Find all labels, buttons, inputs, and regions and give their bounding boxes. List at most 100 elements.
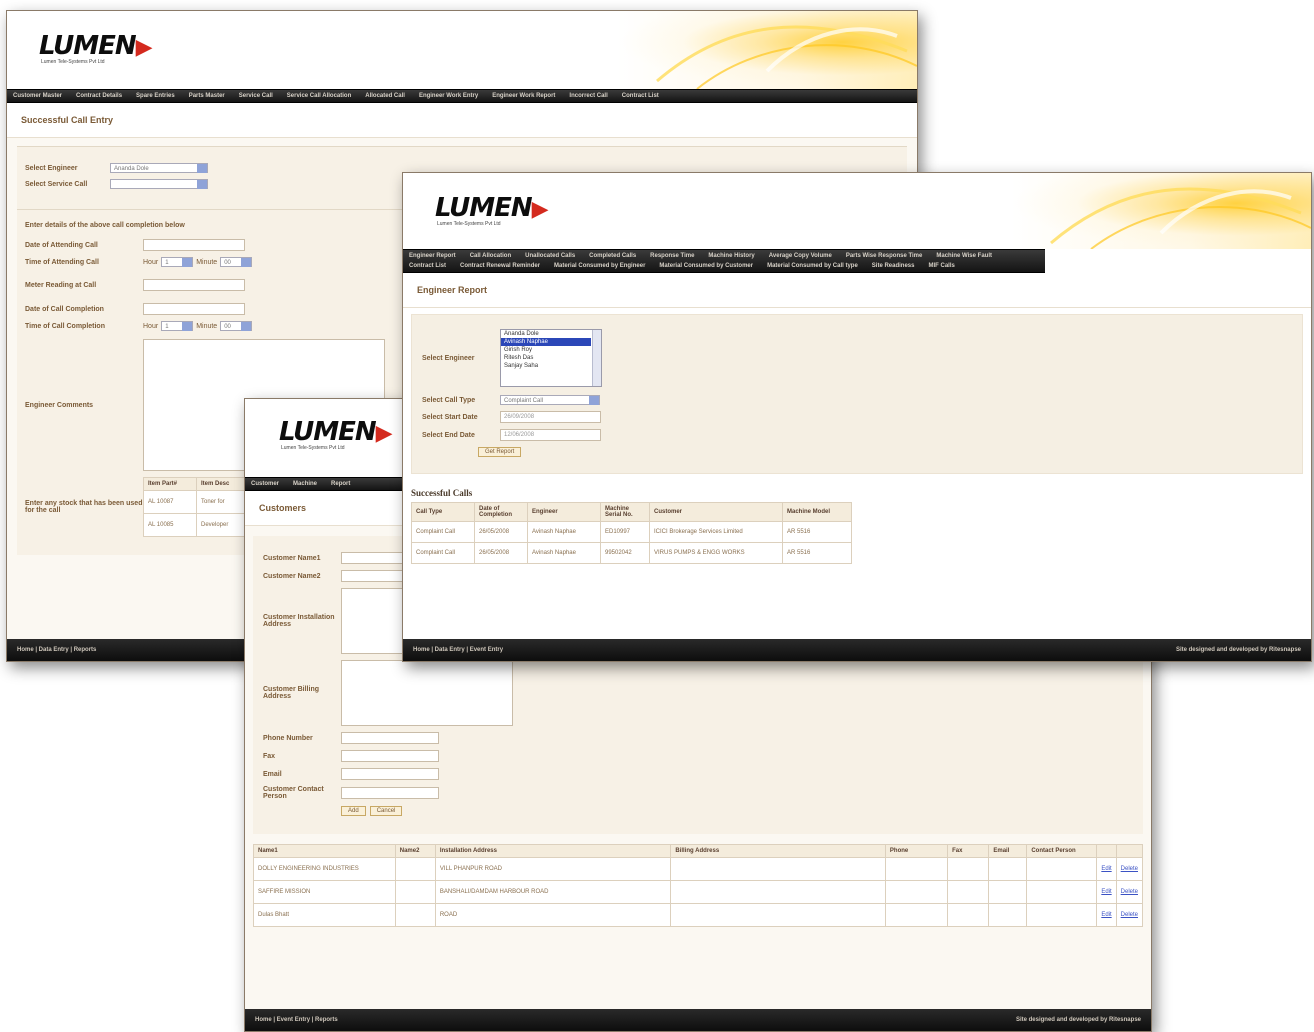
nav-item[interactable]: Customer Master — [13, 93, 62, 99]
nav-item[interactable]: Parts Wise Response Time — [846, 253, 923, 259]
nav-item[interactable]: Spare Entries — [136, 93, 175, 99]
date-attending-label: Date of Attending Call — [25, 241, 98, 249]
nav-item[interactable]: Unallocated Calls — [525, 253, 575, 259]
minute-completion-dropdown[interactable]: 00 — [220, 321, 253, 331]
footer-credit: Site designed and developed by Ritesnaps… — [1015, 1017, 1141, 1023]
footer-links[interactable]: Home | Data Entry | Event Entry — [413, 647, 503, 653]
installation-address-label: Customer Installation Address — [263, 614, 335, 628]
listbox-option[interactable]: Ritesh Das — [501, 354, 591, 362]
contact-person-input[interactable] — [341, 787, 439, 799]
lumen-logo[interactable]: LUMEN▶ Lumen Tele-Systems Pvt Ltd — [279, 419, 393, 451]
main-nav: Customer Master Contract Details Spare Ent… — [7, 89, 917, 103]
fax-label: Fax — [263, 752, 276, 760]
end-date-input[interactable]: 12/06/2008 — [500, 429, 601, 441]
footer-credit: Site designed and developed by Ritesnaps… — [1175, 647, 1301, 653]
footer: Home | Event Entry | Reports Site design… — [245, 1009, 1151, 1031]
nav-item[interactable]: Parts Master — [189, 93, 225, 99]
cancel-button[interactable]: Cancel — [369, 806, 403, 816]
delete-link[interactable]: Delete — [1115, 880, 1144, 904]
engineer-comments-label: Engineer Comments — [25, 401, 94, 409]
nav-item[interactable]: Material Consumed by Customer — [659, 263, 753, 269]
get-report-button[interactable]: Get Report — [478, 447, 522, 457]
nav-item[interactable]: Customer — [251, 481, 279, 487]
select-engineer-dropdown[interactable]: Ananda Dole — [110, 163, 208, 173]
email-label: Email — [263, 770, 282, 778]
nav-item[interactable]: Report — [331, 481, 350, 487]
nav-item[interactable]: Site Readiness — [872, 263, 915, 269]
nav-item[interactable]: Call Allocation — [470, 253, 511, 259]
listbox-option[interactable]: Sanjay Saha — [501, 362, 591, 370]
chevron-down-icon — [589, 396, 599, 405]
nav-item[interactable]: Material Consumed by Engineer — [554, 263, 645, 269]
email-input[interactable] — [341, 768, 439, 780]
header-banner: LUMEN▶ Lumen Tele-Systems Pvt Ltd — [7, 11, 917, 89]
phone-input[interactable] — [341, 732, 439, 744]
nav-item[interactable]: Engineer Work Entry — [419, 93, 478, 99]
listbox-option[interactable]: Avinash Naphae — [501, 338, 591, 346]
delete-link[interactable]: Delete — [1115, 857, 1144, 881]
nav-item[interactable]: Engineer Work Report — [492, 93, 555, 99]
header-banner: LUMEN▶ Lumen Tele-Systems Pvt Ltd — [403, 173, 1311, 249]
hour-completion-dropdown[interactable]: 1 — [161, 321, 194, 331]
nav-item[interactable]: Machine — [293, 481, 317, 487]
lumen-logo[interactable]: LUMEN▶ Lumen Tele-Systems Pvt Ltd — [435, 195, 549, 227]
table-row: Complaint Call 26/05/2008 Avinash Naphae ED… — [411, 521, 852, 543]
select-service-call-label: Select Service Call — [25, 180, 88, 188]
decorative-swirl-banner — [1011, 173, 1311, 249]
select-service-call-dropdown[interactable] — [110, 179, 208, 189]
minute-label: Minute — [196, 258, 218, 266]
nav-item[interactable]: Service Call Allocation — [287, 93, 351, 99]
customer-name2-label: Customer Name2 — [263, 572, 321, 580]
successful-calls-caption: Successful Calls — [411, 488, 473, 498]
nav-item[interactable]: MIF Calls — [928, 263, 954, 269]
minute-attending-dropdown[interactable]: 00 — [220, 257, 253, 267]
listbox-option[interactable]: Girish Roy — [501, 346, 591, 354]
nav-item[interactable]: Machine History — [708, 253, 754, 259]
phone-label: Phone Number — [263, 734, 313, 742]
nav-item[interactable]: Average Copy Volume — [769, 253, 832, 259]
engineer-listbox[interactable]: Ananda Dole Avinash Naphae Girish Roy Rites… — [500, 329, 602, 387]
nav-item[interactable]: Contract List — [409, 263, 446, 269]
table-header-row: Call Type Date of Completion Engineer Ma… — [411, 502, 852, 522]
footer-links[interactable]: Home | Event Entry | Reports — [255, 1017, 338, 1023]
stock-used-label: Enter any stock that has been used for t… — [25, 500, 143, 514]
page-title: Successful Call Entry — [7, 103, 917, 138]
start-date-label: Select Start Date — [422, 413, 478, 421]
date-attending-input[interactable] — [143, 239, 245, 251]
nav-item[interactable]: Response Time — [650, 253, 694, 259]
end-date-label: Select End Date — [422, 431, 475, 439]
nav-item[interactable]: Completed Calls — [589, 253, 636, 259]
listbox-option[interactable]: Ananda Dole — [501, 330, 591, 338]
nav-item[interactable]: Incorrect Call — [569, 93, 607, 99]
nav-item[interactable]: Contract Details — [76, 93, 122, 99]
listbox-scrollbar[interactable] — [592, 330, 601, 386]
fax-input[interactable] — [341, 750, 439, 762]
call-type-dropdown[interactable]: Complaint Call — [500, 395, 600, 405]
nav-item[interactable]: Service Call — [239, 93, 273, 99]
select-engineer-label: Select Engineer — [25, 164, 78, 172]
select-engineer-label: Select Engineer — [422, 354, 475, 362]
nav-item[interactable]: Contract Renewal Reminder — [460, 263, 540, 269]
start-date-input[interactable]: 26/09/2008 — [500, 411, 601, 423]
date-completion-input[interactable] — [143, 303, 245, 315]
delete-link[interactable]: Delete — [1115, 903, 1144, 927]
successful-calls-table: Call Type Date of Completion Engineer Ma… — [411, 502, 852, 564]
hour-attending-dropdown[interactable]: 1 — [161, 257, 194, 267]
nav-item[interactable]: Engineer Report — [409, 253, 456, 259]
edit-link[interactable]: Edit — [1096, 903, 1117, 927]
decorative-swirl-banner — [617, 11, 917, 89]
nav-item[interactable]: Machine Wise Fault — [936, 253, 992, 259]
footer: Home | Data Entry | Event Entry Site des… — [403, 639, 1311, 661]
meter-reading-input[interactable] — [143, 279, 245, 291]
nav-item[interactable]: Allocated Call — [365, 93, 405, 99]
footer-links[interactable]: Home | Data Entry | Reports — [17, 647, 96, 653]
lumen-logo[interactable]: LUMEN▶ Lumen Tele-Systems Pvt Ltd — [39, 33, 153, 65]
table-row: DOLLY ENGINEERING INDUSTRIES VILL PHANPUR… — [253, 857, 1144, 881]
nav-item[interactable]: Contract List — [622, 93, 659, 99]
add-button[interactable]: Add — [341, 806, 366, 816]
billing-address-textarea[interactable] — [341, 660, 513, 726]
edit-link[interactable]: Edit — [1096, 880, 1117, 904]
nav-item[interactable]: Material Consumed by Call type — [767, 263, 858, 269]
chevron-down-icon — [197, 180, 207, 189]
edit-link[interactable]: Edit — [1096, 857, 1117, 881]
